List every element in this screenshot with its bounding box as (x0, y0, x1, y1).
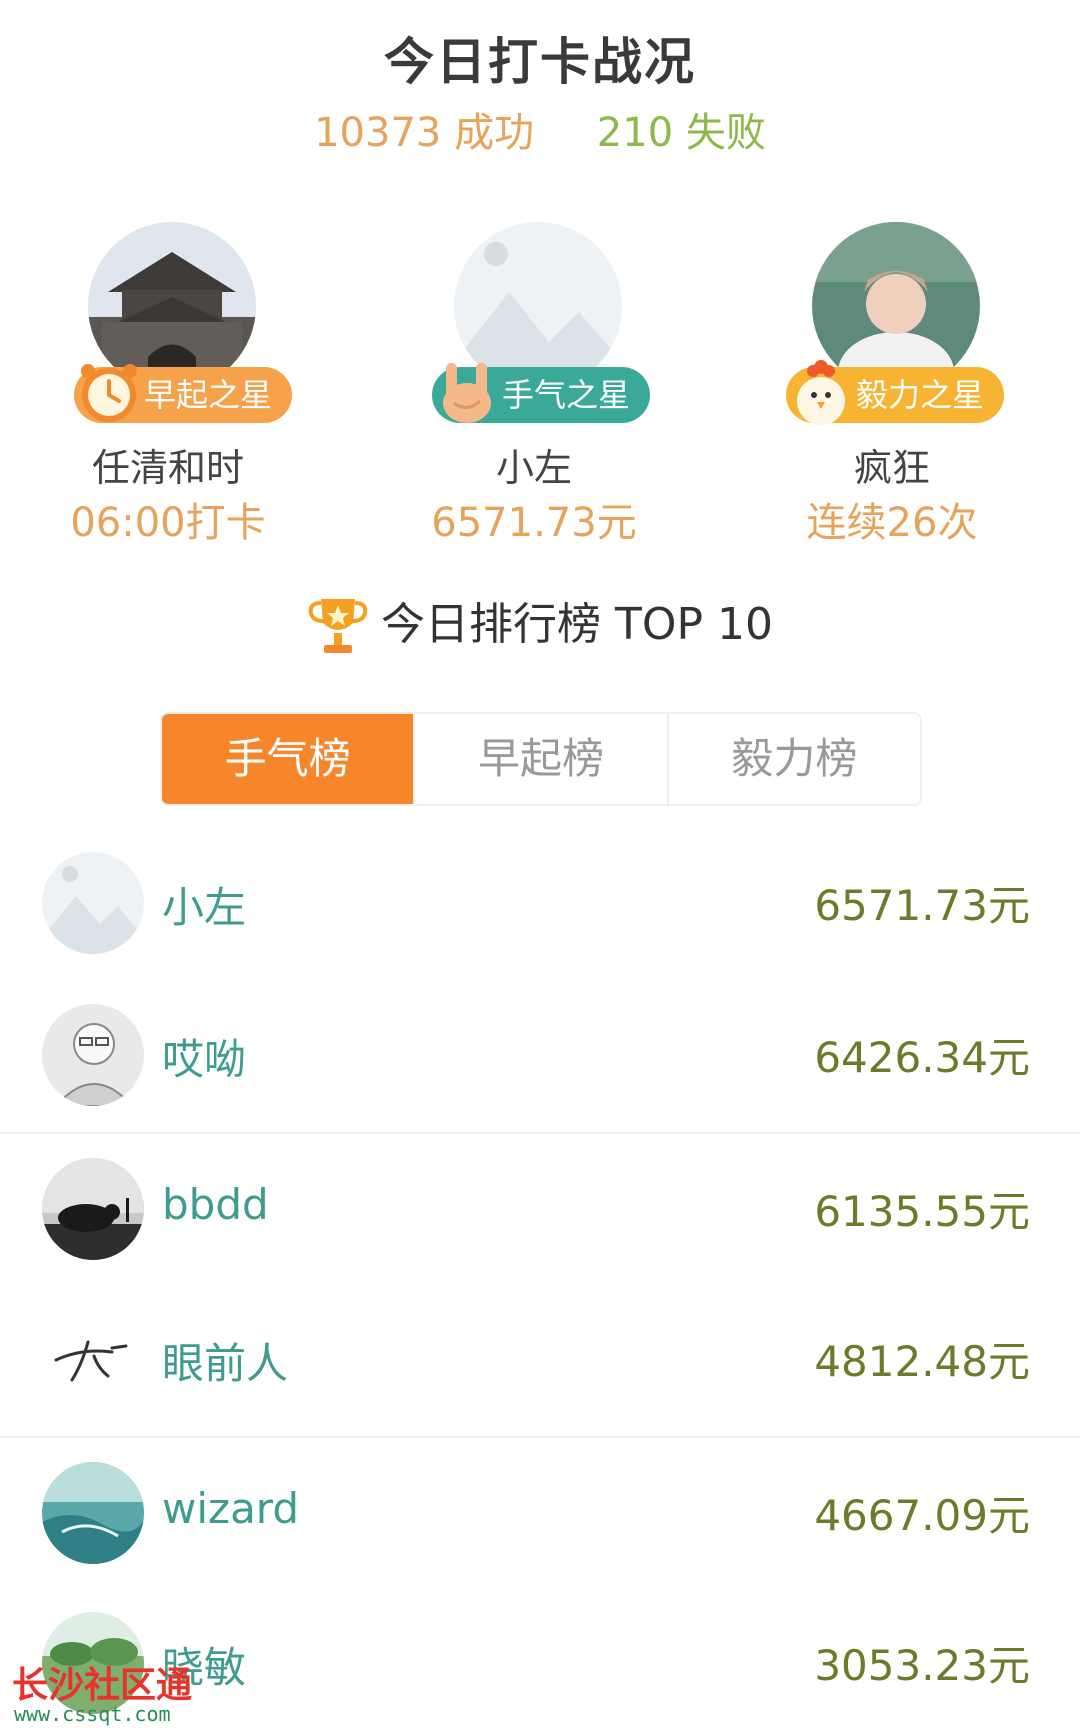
perseverance-star-badge: 毅力之星 (786, 360, 1005, 425)
luck-star-badge: 手气之星 (432, 363, 651, 423)
avatar (42, 1004, 144, 1106)
success-count: 10373 (314, 110, 442, 156)
badge-label: 早起之星 (144, 376, 273, 414)
amount: 4812.48元 (814, 1337, 1030, 1386)
amount: 6426.34元 (814, 1033, 1030, 1082)
list-item[interactable]: 眼前人 4812.48元 (0, 1284, 1080, 1436)
amount: 3053.23元 (814, 1641, 1030, 1690)
list-item[interactable]: 小左 6571.73元 (0, 828, 1080, 980)
amount: 6571.73元 (814, 881, 1030, 930)
avatar (42, 852, 144, 954)
watermark-url: www.cssqt.com (14, 1702, 171, 1726)
watermark-logo: 长沙社区通 (12, 1665, 193, 1706)
stars-section: 早起之星 任清和时 06:00打卡 手气之星 小左 6571.73元 毅力之星 … (0, 222, 1080, 552)
ranking-heading: 今日排行榜 TOP 10 (0, 588, 1080, 663)
avatar (42, 1308, 144, 1410)
star-name: 任清和时 (91, 446, 244, 490)
tab-perseverance[interactable]: 毅力榜 (666, 714, 920, 804)
fail-label: 失败 (685, 110, 766, 156)
rock-hand-icon (432, 357, 502, 427)
star-name: 疯狂 (853, 446, 930, 490)
list-item[interactable]: bbdd 6135.55元 (0, 1132, 1080, 1284)
badge-label: 毅力之星 (856, 376, 985, 414)
fail-count: 210 (596, 110, 674, 156)
success-label: 成功 (454, 110, 535, 156)
star-early[interactable]: 早起之星 任清和时 06:00打卡 (18, 222, 318, 552)
star-stat: 06:00打卡 (70, 500, 266, 546)
badge-label: 手气之星 (502, 376, 631, 414)
checkin-summary: 10373 成功 210 失败 (0, 100, 1080, 158)
ranking-list: 小左 6571.73元 哎呦 6426.34元 bbdd 6135.55元 眼前… (0, 828, 1080, 1728)
list-item[interactable]: 哎呦 6426.34元 (0, 980, 1080, 1132)
amount: 6135.55元 (814, 1187, 1030, 1236)
user-name: 哎呦 (162, 1035, 247, 1084)
ranking-title: 今日排行榜 TOP 10 (380, 599, 773, 650)
trophy-icon (307, 591, 369, 663)
amount: 4667.09元 (814, 1491, 1030, 1540)
tab-luck[interactable]: 手气榜 (162, 714, 414, 804)
early-star-badge: 早起之星 (74, 364, 293, 423)
avatar (42, 1158, 144, 1260)
ranking-tabs: 手气榜 早起榜 毅力榜 (160, 712, 922, 806)
user-name: 眼前人 (162, 1339, 289, 1388)
success-summary: 10373 成功 (314, 110, 534, 156)
user-name: wizard (162, 1484, 299, 1533)
page-title: 今日打卡战况 (384, 33, 696, 91)
alarm-clock-icon (74, 357, 144, 427)
star-perseverance[interactable]: 毅力之星 疯狂 连续26次 (742, 222, 1042, 552)
user-name: 小左 (162, 883, 247, 932)
user-name: bbdd (162, 1180, 269, 1229)
star-stat: 连续26次 (806, 500, 978, 546)
star-name: 小左 (495, 446, 572, 490)
tab-early[interactable]: 早起榜 (413, 714, 667, 804)
star-stat: 6571.73元 (431, 500, 637, 546)
chicken-icon (786, 357, 856, 427)
avatar (42, 1462, 144, 1564)
fail-summary: 210 失败 (597, 110, 766, 156)
list-item[interactable]: wizard 4667.09元 (0, 1436, 1080, 1588)
star-luck[interactable]: 手气之星 小左 6571.73元 (384, 222, 684, 552)
